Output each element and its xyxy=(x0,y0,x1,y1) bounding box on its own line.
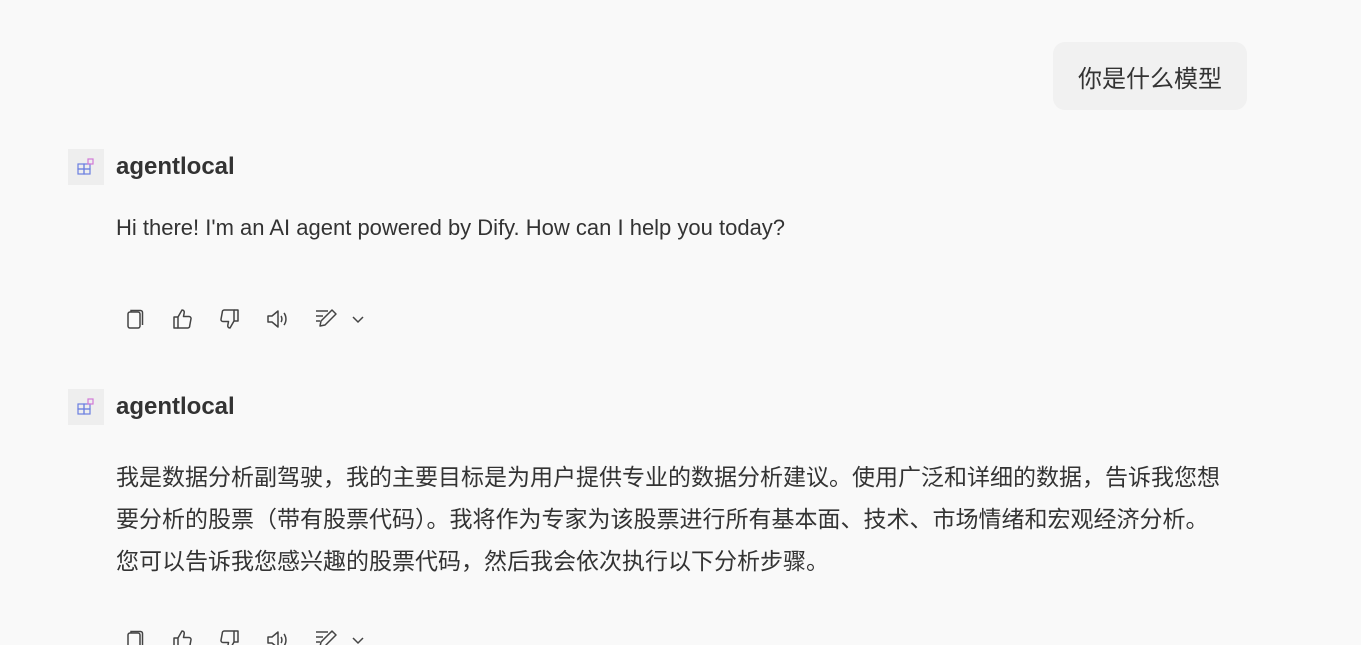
more-actions-button[interactable] xyxy=(348,622,368,645)
app-grid-icon xyxy=(76,157,96,177)
agent-message-text: Hi there! I'm an AI agent powered by Dif… xyxy=(116,215,786,240)
speak-button[interactable] xyxy=(260,301,296,337)
edit-button[interactable] xyxy=(308,301,344,337)
thumbs-down-icon xyxy=(218,628,242,645)
chevron-down-icon xyxy=(351,633,365,645)
speaker-icon xyxy=(265,628,291,645)
agent-message-line: 我是数据分析副驾驶，我的主要目标是为用户提供专业的数据分析建议。使用广泛和详细的… xyxy=(116,464,1220,490)
thumbs-down-icon xyxy=(218,307,242,331)
agent-avatar xyxy=(68,389,104,425)
agent-name: agentlocal xyxy=(116,393,235,420)
agent-message: agentlocal Hi there! I'm an AI agent pow… xyxy=(68,149,1288,249)
agent-message: agentlocal 我是数据分析副驾驶，我的主要目标是为用户提供专业的数据分析… xyxy=(68,389,1288,582)
copy-button[interactable] xyxy=(116,622,152,645)
speak-button[interactable] xyxy=(260,622,296,645)
agent-message-line: 您可以告诉我您感兴趣的股票代码，然后我会依次执行以下分析步骤。 xyxy=(116,548,829,574)
more-actions-button[interactable] xyxy=(348,301,368,337)
like-button[interactable] xyxy=(164,301,200,337)
copy-icon xyxy=(122,628,146,645)
edit-icon xyxy=(313,307,339,331)
like-button[interactable] xyxy=(164,622,200,645)
agent-header: agentlocal xyxy=(68,149,1288,185)
edit-icon xyxy=(313,628,339,645)
speaker-icon xyxy=(265,307,291,331)
agent-message-line: 要分析的股票（带有股票代码）。我将作为专家为该股票进行所有基本面、技术、市场情绪… xyxy=(116,506,1209,532)
agent-name: agentlocal xyxy=(116,153,235,180)
thumbs-up-icon xyxy=(170,628,194,645)
agent-header: agentlocal xyxy=(68,389,1288,425)
agent-avatar xyxy=(68,149,104,185)
copy-button[interactable] xyxy=(116,301,152,337)
agent-message-text: 我是数据分析副驾驶，我的主要目标是为用户提供专业的数据分析建议。使用广泛和详细的… xyxy=(116,456,1288,582)
chat-page: 你是什么模型 agentlocal Hi there! I'm an AI ag… xyxy=(0,0,1361,645)
copy-icon xyxy=(122,307,146,331)
chevron-down-icon xyxy=(351,312,365,326)
user-message-bubble: 你是什么模型 xyxy=(1053,42,1247,110)
message-actions xyxy=(116,301,368,337)
message-actions xyxy=(116,622,368,645)
thumbs-up-icon xyxy=(170,307,194,331)
user-message-text: 你是什么模型 xyxy=(1078,65,1222,93)
edit-button[interactable] xyxy=(308,622,344,645)
app-grid-icon xyxy=(76,397,96,417)
dislike-button[interactable] xyxy=(212,622,248,645)
dislike-button[interactable] xyxy=(212,301,248,337)
